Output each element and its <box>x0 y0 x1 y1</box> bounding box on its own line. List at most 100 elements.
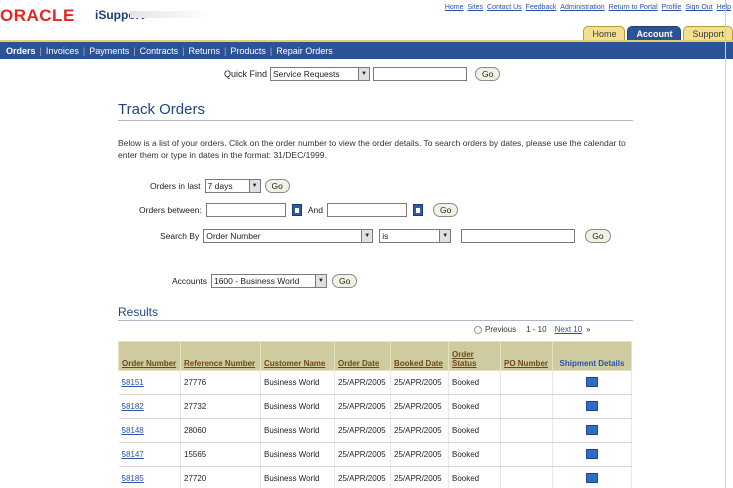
nav-contracts[interactable]: Contracts <box>140 46 179 56</box>
global-link-sign-out[interactable]: Sign Out <box>685 4 712 11</box>
customer-name: Business World <box>260 394 335 419</box>
table-row: 58147 15565 Business World 25/APR/2005 2… <box>118 442 632 467</box>
global-link-contact[interactable]: Contact Us <box>487 4 522 11</box>
search-value-input[interactable] <box>461 229 576 243</box>
customer-name: Business World <box>260 442 335 467</box>
global-link-profile[interactable]: Profile <box>662 4 682 11</box>
nav-products[interactable]: Products <box>230 46 266 56</box>
nav-repair-orders[interactable]: Repair Orders <box>276 46 333 56</box>
orders-in-last-go-button[interactable]: Go <box>264 179 290 193</box>
order-date: 25/APR/2005 <box>334 394 391 419</box>
order-number-link[interactable]: 58147 <box>118 442 181 467</box>
oracle-logo: ORACLE <box>0 6 75 25</box>
accounts-value: 1600 - Business World <box>213 276 300 286</box>
pager-next[interactable]: Next 10 <box>555 325 583 334</box>
shipment-details-icon[interactable] <box>586 424 598 435</box>
search-by-row: Search By Order Number ▼ is ▼ Go <box>160 229 611 243</box>
nav-returns[interactable]: Returns <box>188 46 220 56</box>
po-number <box>500 418 553 443</box>
search-go-button[interactable]: Go <box>585 229 611 243</box>
page-title: Track Orders <box>118 101 205 118</box>
quick-find-select[interactable]: Service Requests ▼ <box>270 67 371 81</box>
intro-text: Below is a list of your orders. Click on… <box>118 138 626 160</box>
table-row: 58151 27776 Business World 25/APR/2005 2… <box>118 370 632 395</box>
accounts-label: Accounts <box>172 276 207 286</box>
pager-range: 1 - 10 <box>526 325 547 334</box>
table-row: 58148 28060 Business World 25/APR/2005 2… <box>118 418 632 443</box>
start-date-input[interactable] <box>205 203 286 217</box>
nav-payments[interactable]: Payments <box>89 46 129 56</box>
orders-in-last-row: Orders in last 7 days ▼ Go <box>150 179 290 193</box>
operator-select[interactable]: is ▼ <box>379 229 452 243</box>
results-divider <box>118 320 633 321</box>
col-booked-date[interactable]: Booked Date <box>390 341 449 371</box>
order-date: 25/APR/2005 <box>334 370 391 395</box>
orders-in-last-label: Orders in last <box>150 181 201 191</box>
booked-date: 25/APR/2005 <box>390 466 449 488</box>
reference-number: 27776 <box>180 370 261 395</box>
end-date-input[interactable] <box>326 203 407 217</box>
col-order-status[interactable]: Order Status <box>448 341 501 371</box>
order-date: 25/APR/2005 <box>334 466 391 488</box>
sub-navigation: Orders | Invoices | Payments | Contracts | R… <box>0 42 733 59</box>
table-row: 58182 27732 Business World 25/APR/2005 2… <box>118 394 632 419</box>
orders-in-last-value: 7 days <box>207 181 233 191</box>
booked-date: 25/APR/2005 <box>390 370 449 395</box>
chevron-down-icon: ▼ <box>248 180 260 192</box>
quick-find: Quick Find Service Requests ▼ Go <box>224 67 501 81</box>
shipment-details-icon[interactable] <box>586 448 598 459</box>
search-by-select[interactable]: Order Number ▼ <box>203 229 374 243</box>
order-status: Booked <box>448 466 501 488</box>
global-link-administration[interactable]: Administration <box>560 4 604 11</box>
booked-date: 25/APR/2005 <box>390 394 449 419</box>
po-number <box>500 442 553 467</box>
global-link-sites[interactable]: Sites <box>468 4 484 11</box>
shipment-details-cell <box>552 370 632 395</box>
orders-in-last-select[interactable]: 7 days ▼ <box>204 179 261 193</box>
reference-number: 27732 <box>180 394 261 419</box>
next-arrow-icon[interactable]: » <box>586 325 590 334</box>
nav-orders[interactable]: Orders <box>6 46 36 56</box>
calendar-icon[interactable] <box>412 204 423 216</box>
quick-find-go-button[interactable]: Go <box>475 67 501 81</box>
col-customer-name[interactable]: Customer Name <box>260 341 335 371</box>
global-link-help[interactable]: Help <box>717 4 731 11</box>
global-link-home[interactable]: Home <box>445 4 464 11</box>
orders-between-go-button[interactable]: Go <box>432 203 459 217</box>
accounts-go-button[interactable]: Go <box>331 274 358 288</box>
and-label: And <box>307 205 323 215</box>
logo-decoration <box>130 11 210 18</box>
accounts-select[interactable]: 1600 - Business World ▼ <box>210 274 327 288</box>
shipment-details-cell <box>552 442 632 467</box>
calendar-icon[interactable] <box>291 204 302 216</box>
col-order-date[interactable]: Order Date <box>334 341 391 371</box>
customer-name: Business World <box>260 370 335 395</box>
customer-name: Business World <box>260 418 335 443</box>
global-link-return-portal[interactable]: Return to Portal <box>609 4 658 11</box>
window-edge <box>725 0 726 488</box>
quick-find-input[interactable] <box>373 67 468 81</box>
col-po-number[interactable]: PO Number <box>500 341 553 371</box>
chevron-down-icon: ▼ <box>358 68 370 80</box>
results-pager: Previous 1 - 10 Next 10 » <box>474 325 591 334</box>
shipment-details-icon[interactable] <box>586 400 598 411</box>
col-shipment-details: Shipment Details <box>552 341 632 371</box>
order-number-link[interactable]: 58185 <box>118 466 181 488</box>
order-number-link[interactable]: 58151 <box>118 370 181 395</box>
booked-date: 25/APR/2005 <box>390 442 449 467</box>
nav-invoices[interactable]: Invoices <box>46 46 79 56</box>
order-status: Booked <box>448 394 501 419</box>
table-row: 58185 27720 Business World 25/APR/2005 2… <box>118 466 632 488</box>
shipment-details-icon[interactable] <box>586 472 598 483</box>
col-order-number[interactable]: Order Number <box>118 341 181 371</box>
col-reference-number[interactable]: Reference Number <box>180 341 261 371</box>
previous-icon <box>474 325 482 334</box>
shipment-details-cell <box>552 394 632 419</box>
global-link-feedback[interactable]: Feedback <box>526 4 557 11</box>
order-number-link[interactable]: 58148 <box>118 418 181 443</box>
pager-previous: Previous <box>485 325 517 334</box>
booked-date: 25/APR/2005 <box>390 418 449 443</box>
order-number-link[interactable]: 58182 <box>118 394 181 419</box>
app-header: ORACLE iSupport Home Sites Contact Us Fe… <box>0 0 733 42</box>
shipment-details-icon[interactable] <box>586 376 598 387</box>
